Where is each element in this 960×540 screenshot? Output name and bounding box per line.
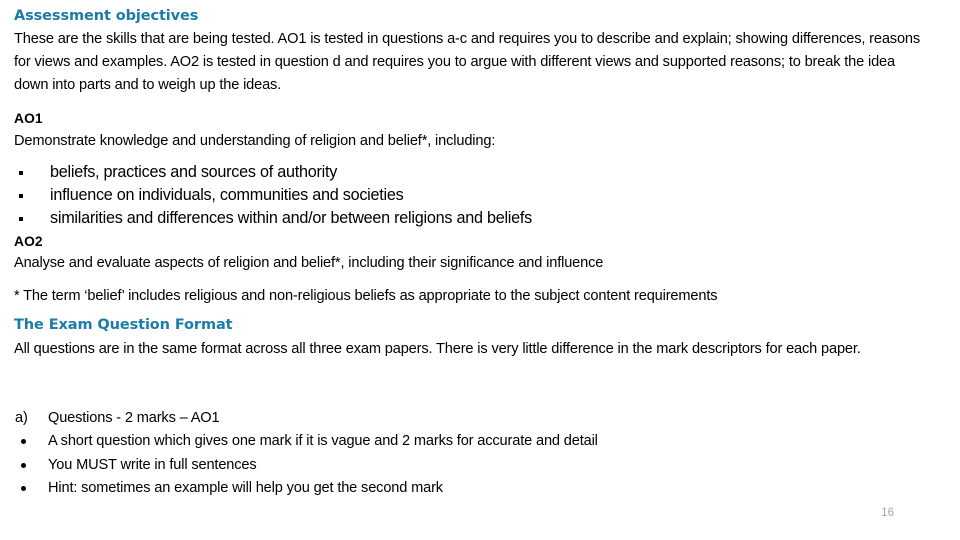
ao1-bullet-list: beliefs, practices and sources of author… xyxy=(14,161,934,230)
list-item: similarities and differences within and/… xyxy=(14,207,934,230)
question-a-text: Questions - 2 marks – AO1 xyxy=(48,410,220,426)
list-item: A short question which gives one mark if… xyxy=(14,430,934,454)
dot-bullet-icon xyxy=(21,462,26,468)
ao1-bullet-text: beliefs, practices and sources of author… xyxy=(50,163,338,181)
ao1-bullet-text: similarities and differences within and/… xyxy=(50,209,532,227)
ao1-bullet-text: influence on individuals, communities an… xyxy=(50,186,404,204)
ao1-description: Demonstrate knowledge and understanding … xyxy=(14,133,496,149)
square-bullet-icon xyxy=(19,194,23,198)
list-item: beliefs, practices and sources of author… xyxy=(14,161,934,184)
ao2-label: AO2 xyxy=(14,234,43,249)
square-bullet-icon xyxy=(19,171,23,175)
list-item: You MUST write in full sentences xyxy=(14,454,934,478)
exam-format-bullet-text: A short question which gives one mark if… xyxy=(48,433,598,449)
assessment-objectives-intro: These are the skills that are being test… xyxy=(14,31,921,94)
question-a-marker: a) xyxy=(15,410,28,426)
dot-bullet-icon xyxy=(21,486,26,492)
exam-format-bullet-list: A short question which gives one mark if… xyxy=(14,430,934,501)
dot-bullet-icon xyxy=(21,439,26,444)
question-a-row: a) Questions - 2 marks – AO1 xyxy=(14,407,960,431)
ao1-label: AO1 xyxy=(14,111,43,126)
page-number: 16 xyxy=(881,507,894,519)
exam-format-bullet-text: Hint: sometimes an example will help you… xyxy=(48,480,443,497)
ao2-description: Analyse and evaluate aspects of religion… xyxy=(14,255,604,271)
exam-format-bullet-text: You MUST write in full sentences xyxy=(48,456,257,473)
assessment-objectives-heading: Assessment objectives xyxy=(14,8,199,24)
exam-format-intro: All questions are in the same format acr… xyxy=(14,341,861,357)
exam-question-format-heading: The Exam Question Format xyxy=(14,317,233,333)
square-bullet-icon xyxy=(19,217,23,221)
slide-canvas: Assessment objectives These are the skil… xyxy=(0,0,960,540)
list-item: Hint: sometimes an example will help you… xyxy=(14,477,934,501)
belief-footnote: * The term ‘belief’ includes religious a… xyxy=(14,288,718,304)
list-item: influence on individuals, communities an… xyxy=(14,184,934,207)
